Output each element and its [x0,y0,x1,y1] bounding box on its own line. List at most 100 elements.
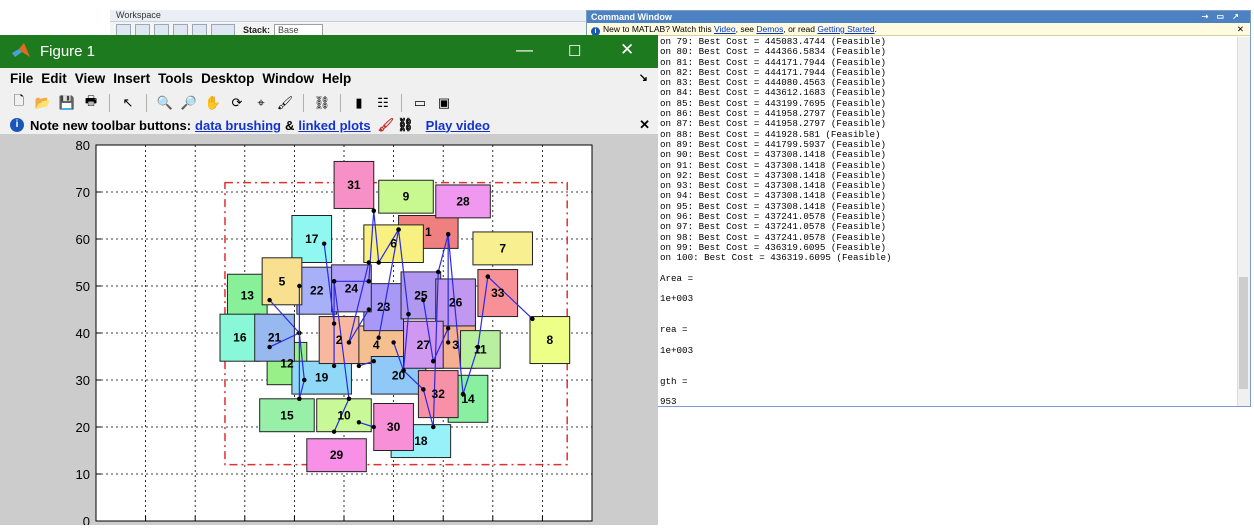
facility-label: 14 [461,392,475,406]
connection-point [436,269,441,275]
facility-label: 16 [233,331,247,345]
menu-help[interactable]: Help [322,71,351,86]
connection-point [406,312,411,317]
window-controls-icon[interactable]: ⇢ ▭ ↗ [1202,11,1242,23]
connection-point [267,344,272,350]
y-tick-label: 20 [76,420,90,435]
command-window-title-bar: Command Window ⇢ ▭ ↗ [587,11,1250,23]
y-tick-label: 50 [76,279,90,294]
menu-desktop[interactable]: Desktop [201,71,254,86]
facility-label: 7 [499,241,506,255]
stack-label: Stack: [243,25,271,35]
rotate-3d-icon[interactable]: ⟳ [228,94,246,112]
show-plot-tools-icon[interactable]: ▣ [435,94,453,112]
getting-started-link[interactable]: Getting Started [817,24,874,34]
zoom-in-icon[interactable]: 🔍 [156,94,174,112]
connection-point [331,279,337,284]
link-plot-icon: ⛓ [397,117,414,132]
facility-label: 21 [268,331,282,345]
menu-tools[interactable]: Tools [158,71,193,86]
legend-icon[interactable]: ☷ [374,94,392,112]
y-tick-label: 0 [83,514,90,525]
link-plot-icon[interactable]: ⛓ [313,94,331,112]
connection-point [421,387,426,392]
facility-label: 12 [280,357,294,371]
output-line: rea = [660,324,688,336]
facility-label: 5 [279,274,286,288]
menu-insert[interactable]: Insert [113,71,150,86]
save-icon[interactable]: 💾 [58,94,76,112]
minimize-icon[interactable]: — [516,40,533,60]
note-ampersand: & [285,117,295,133]
linked-plots-link[interactable]: linked plots [298,118,370,133]
edit-plot-icon[interactable]: ↖ [119,94,137,112]
connection-point [366,260,371,265]
output-line: gth = [660,375,688,387]
zoom-out-icon[interactable]: 🔎 [180,94,198,112]
connection-point [445,232,451,237]
open-file-icon[interactable]: 📂 [34,94,52,112]
facility-label: 30 [387,420,401,434]
hide-plot-tools-icon[interactable]: ▭ [411,94,429,112]
workspace-title-bar: Workspace [110,10,590,22]
facility-label: 9 [403,190,410,204]
connection-point [376,260,381,265]
toolbar-divider [303,93,304,112]
connection-point [356,363,362,369]
maximize-icon[interactable]: ☐ [568,42,581,60]
facility-label: 25 [414,288,428,302]
info-text-2: , see [735,24,757,34]
pan-icon[interactable]: ✋ [204,94,222,112]
command-window: Command Window ⇢ ▭ ↗ i New to MATLAB? Wat… [586,10,1251,407]
brush-icon: 🖌 [377,117,395,132]
dock-arrow-icon[interactable]: ↘ [639,71,648,84]
demos-link[interactable]: Demos [756,24,783,34]
y-tick-label: 40 [76,326,90,341]
figure-toolbar: 🗋 📂 💾 🖶 ↖ 🔍 🔎 ✋ ⟳ ⌖ 🖌 ⛓ ▮ ☷ ▭ ▣ [0,89,658,116]
print-icon[interactable]: 🖶 [82,93,100,112]
facility-label: 32 [432,387,446,401]
menu-edit[interactable]: Edit [41,71,67,86]
plot-area: 1 3 4 6 7 8 9 11 12 13 14 15 16 17 18 19 20 21 22 23 24 25 26 2… [0,134,658,530]
facility-label: 13 [241,288,255,302]
menu-view[interactable]: View [75,71,106,86]
toolbar-divider [340,93,341,112]
scrollbar-thumb[interactable] [1239,277,1248,389]
figure-window: Figure 1 — ☐ ✕ File Edit View Insert Tools De… [0,35,658,530]
connection-point [331,429,337,434]
data-cursor-icon[interactable]: ⌖ [252,94,270,112]
connection-point [346,396,352,401]
brush-icon[interactable]: 🖌 [276,94,294,112]
matlab-logo-icon [12,43,30,57]
toolbar-note-bar: i Note new toolbar buttons: data brushin… [0,116,658,134]
facility-label: 10 [337,408,351,422]
menu-file[interactable]: File [10,71,33,86]
facility-label: 28 [456,194,470,208]
connection-point [366,307,371,312]
video-link[interactable]: Video [714,24,736,34]
connection-point [371,424,376,430]
data-brushing-link[interactable]: data brushing [195,118,281,133]
close-icon[interactable]: ✕ [1237,23,1244,35]
vertical-scrollbar[interactable] [1237,37,1250,406]
connection-point [297,396,302,401]
colorbar-icon[interactable]: ▮ [350,94,368,112]
play-video-link[interactable]: Play video [426,118,490,133]
output-line: on 100: Best Cost = 436319.6095 (Feasibl… [660,252,892,264]
layout-chart[interactable]: 1346 789111213141516171819 202122232425262… [0,134,658,530]
connection-point [431,359,436,364]
connection-point [331,321,337,326]
new-figure-icon[interactable]: 🗋 [10,93,28,112]
menu-window[interactable]: Window [262,71,314,86]
command-output[interactable]: on 79: Best Cost = 445083.4744 (Feasible… [587,37,1235,406]
command-window-title: Command Window [591,12,672,22]
close-icon[interactable]: ✕ [620,40,634,60]
figure-title: Figure 1 [40,43,96,60]
output-line: 1e+003 [660,344,694,356]
facility-label: 22 [310,284,324,298]
info-icon: i [10,118,24,132]
close-note-icon[interactable]: ✕ [639,117,650,133]
